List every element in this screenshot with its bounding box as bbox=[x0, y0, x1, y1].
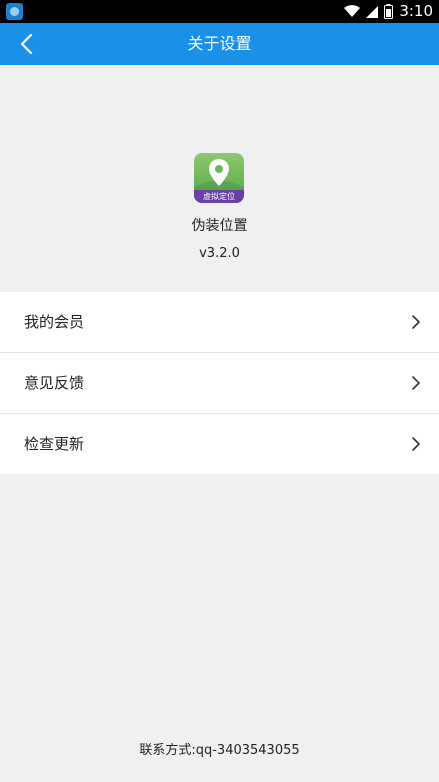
menu-item-label: 我的会员 bbox=[24, 313, 85, 331]
menu-item-membership[interactable]: 我的会员 bbox=[0, 292, 439, 353]
menu-item-check-update[interactable]: 检查更新 bbox=[0, 414, 439, 474]
menu-item-feedback[interactable]: 意见反馈 bbox=[0, 353, 439, 414]
signal-icon bbox=[366, 6, 379, 18]
app-name: 伪装位置 bbox=[191, 218, 248, 234]
app-logo: 虚拟定位 bbox=[194, 153, 244, 203]
status-bar: 3:10 bbox=[0, 0, 439, 23]
menu-item-label: 检查更新 bbox=[24, 435, 85, 453]
app-info: 虚拟定位 伪装位置 v3.2.0 bbox=[0, 65, 439, 292]
wifi-icon bbox=[344, 5, 361, 17]
menu-item-label: 意见反馈 bbox=[24, 374, 85, 392]
toolbar: 关于设置 bbox=[0, 23, 439, 65]
status-indicators: 3:10 bbox=[344, 0, 433, 23]
status-time: 3:10 bbox=[399, 2, 433, 20]
app-icon-label: 虚拟定位 bbox=[194, 190, 244, 203]
chevron-right-icon bbox=[412, 315, 420, 329]
page-title: 关于设置 bbox=[187, 34, 252, 53]
location-app-icon bbox=[6, 3, 23, 20]
battery-icon bbox=[384, 4, 394, 19]
contact-info: 联系方式:qq-3403543055 bbox=[139, 743, 300, 758]
settings-menu: 我的会员 意见反馈 检查更新 bbox=[0, 292, 439, 474]
app-version: v3.2.0 bbox=[199, 246, 240, 261]
chevron-right-icon bbox=[412, 437, 420, 451]
chevron-right-icon bbox=[412, 376, 420, 390]
